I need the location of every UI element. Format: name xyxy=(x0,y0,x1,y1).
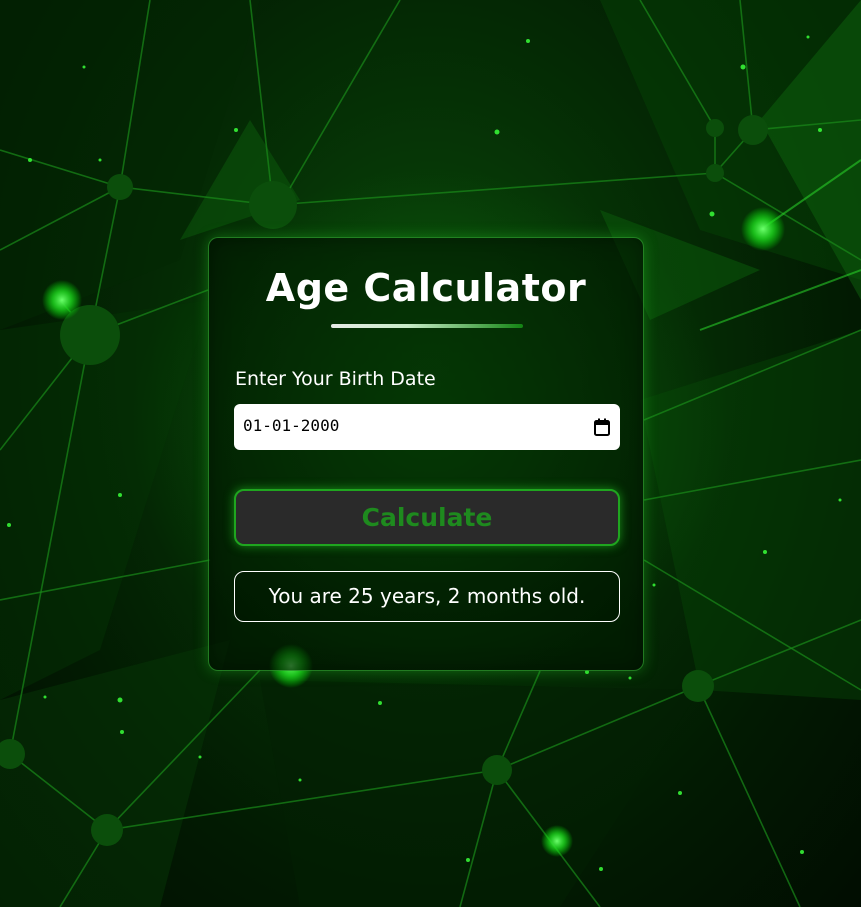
birth-date-value: 01-01-2000 xyxy=(243,416,340,435)
result-box: You are 25 years, 2 months old. xyxy=(234,571,620,622)
birth-date-input[interactable]: 01-01-2000 xyxy=(234,404,620,450)
page-title: Age Calculator xyxy=(265,266,587,310)
calendar-icon[interactable] xyxy=(594,418,610,436)
age-calculator-card: Age Calculator Enter Your Birth Date 01-… xyxy=(208,237,644,671)
page-background: Age Calculator Enter Your Birth Date 01-… xyxy=(0,0,861,907)
calculate-button-label: Calculate xyxy=(361,503,493,532)
title-underline xyxy=(331,324,523,328)
calculate-button[interactable]: Calculate xyxy=(234,489,620,546)
result-text: You are 25 years, 2 months old. xyxy=(268,584,586,608)
birth-date-label: Enter Your Birth Date xyxy=(235,368,436,390)
